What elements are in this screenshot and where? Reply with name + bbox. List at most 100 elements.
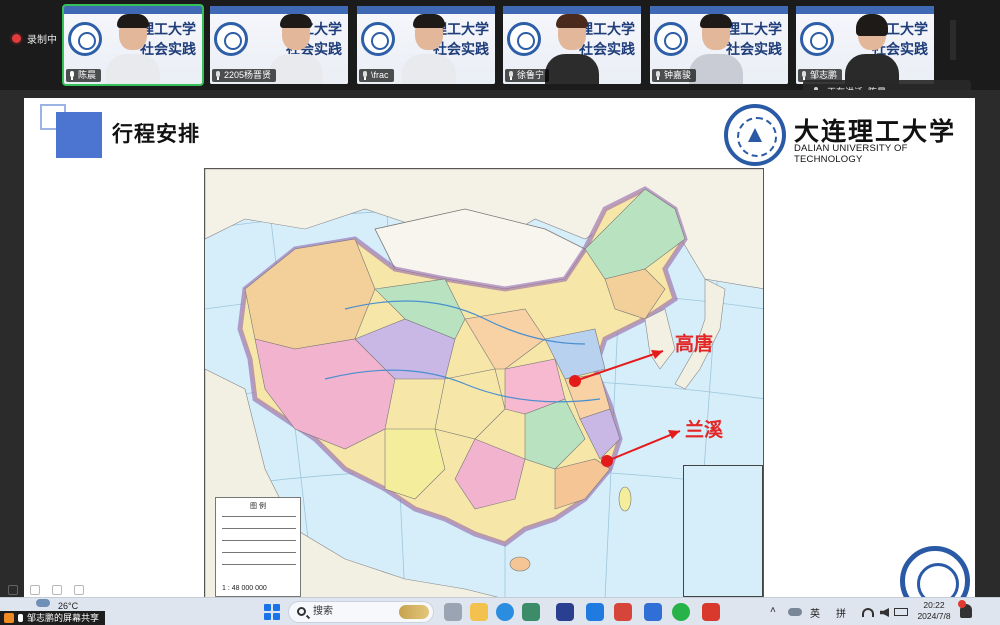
chevron-up-icon[interactable]: ˄ xyxy=(770,605,776,616)
control-icon[interactable] xyxy=(74,585,84,595)
control-icon[interactable] xyxy=(30,585,40,595)
participant-tile[interactable]: 理工大学 社会实践 钟嘉骏 xyxy=(650,6,788,84)
legend-line xyxy=(222,516,296,517)
recording-indicator[interactable]: 录制中 xyxy=(12,31,57,46)
taskbar-search[interactable]: 搜索 xyxy=(288,601,434,623)
record-dot-icon xyxy=(12,34,21,43)
tile-banner-bar xyxy=(796,6,934,14)
wechat-icon[interactable] xyxy=(672,603,690,621)
university-logo-icon xyxy=(68,22,102,56)
volume-icon[interactable] xyxy=(880,608,889,617)
participant-video xyxy=(545,14,599,84)
location-marker-lanxi xyxy=(601,455,613,467)
taskbar: 26°C 邹志鹏的屏幕共享 搜索 ˄ 英 拼 20:22 2024/7/8 xyxy=(0,597,1000,625)
participant-name-tag: 钟嘉骏 xyxy=(652,69,697,82)
legend-line xyxy=(222,564,296,565)
screen-share-label: 邹志鹏的屏幕共享 xyxy=(27,613,100,623)
battery-icon[interactable] xyxy=(894,608,908,616)
edge-browser-icon[interactable] xyxy=(496,603,514,621)
map-legend: 图 例 1 : 48 000 000 xyxy=(215,497,301,597)
south-china-sea-inset xyxy=(683,465,763,597)
tile-banner-bar xyxy=(210,6,348,14)
wifi-icon[interactable] xyxy=(862,608,874,617)
mic-muted-icon xyxy=(801,71,807,80)
input-mode[interactable]: 拼 xyxy=(836,605,846,620)
clock-time: 20:22 xyxy=(923,600,945,610)
clock-date: 2024/7/8 xyxy=(917,611,951,621)
screen-share-area: 行程安排 大连理工大学 DALIAN UNIVERSITY OF TECHNOL… xyxy=(0,90,1000,597)
weather-temp: 26°C xyxy=(58,601,79,611)
share-icon xyxy=(4,613,14,623)
meeting-window: 录制中 理工大学 社会实践 陈晨 理工大学 社会实践 2205杨晋贤 理工大学 社会实… xyxy=(0,0,1000,625)
china-map: 高唐 兰溪 图 例 1 : 48 000 000 xyxy=(204,168,764,597)
legend-line xyxy=(222,552,296,553)
legend-line xyxy=(222,528,296,529)
slide-title: 行程安排 xyxy=(112,123,200,146)
meeting-app-icon[interactable] xyxy=(644,603,662,621)
screen-share-chip[interactable]: 邹志鹏的屏幕共享 xyxy=(0,611,106,625)
participant-name-tag: \frac xyxy=(359,69,394,82)
file-explorer-icon[interactable] xyxy=(470,603,488,621)
feishu-icon[interactable] xyxy=(586,603,604,621)
university-logo-icon xyxy=(654,22,688,56)
university-logo-icon xyxy=(507,22,541,56)
participant-video xyxy=(844,14,899,84)
participant-video xyxy=(401,14,456,84)
weather-widget[interactable]: 26°C xyxy=(36,599,78,611)
map-label-gaotang: 高唐 xyxy=(675,334,714,355)
tile-banner-bar xyxy=(650,6,788,14)
university-logo-icon xyxy=(724,104,786,166)
university-logo-icon xyxy=(214,22,248,56)
participant-tile[interactable]: 理工大学 社会实践 \frac xyxy=(357,6,495,84)
app-icon[interactable] xyxy=(556,603,574,621)
participant-name-tag: 徐鲁宁 xyxy=(505,69,550,82)
location-marker-gaotang xyxy=(569,375,581,387)
map-label-lanxi: 兰溪 xyxy=(685,420,724,441)
participant-tile[interactable]: 理工大学 社会实践 邹志鹏 xyxy=(796,6,934,84)
control-icon[interactable] xyxy=(52,585,62,595)
input-language[interactable]: 英 xyxy=(810,605,820,620)
windows-start-icon[interactable] xyxy=(264,604,280,620)
search-placeholder: 搜索 xyxy=(313,606,333,617)
tile-banner-bar xyxy=(64,6,202,14)
recording-label: 录制中 xyxy=(27,35,57,46)
mic-muted-icon xyxy=(362,71,368,80)
store-icon[interactable] xyxy=(522,603,540,621)
mic-muted-icon xyxy=(215,71,221,80)
tile-banner-bar xyxy=(503,6,641,14)
gallery-scroll-right[interactable] xyxy=(950,20,956,60)
mic-icon xyxy=(69,71,75,80)
participant-tile[interactable]: 理工大学 社会实践 徐鲁宁 xyxy=(503,6,641,84)
notification-bell-icon[interactable] xyxy=(958,600,972,618)
legend-scale: 1 : 48 000 000 xyxy=(222,585,267,592)
participant-video xyxy=(106,14,160,84)
presentation-controls xyxy=(8,585,148,597)
system-clock[interactable]: 20:22 2024/7/8 xyxy=(912,600,956,622)
search-icon xyxy=(297,607,306,616)
participant-tile[interactable]: 理工大学 社会实践 陈晨 xyxy=(62,4,204,86)
legend-title: 图 例 xyxy=(250,503,266,510)
participant-tile[interactable]: 理工大学 社会实践 2205杨晋贤 xyxy=(210,6,348,84)
title-decoration xyxy=(56,112,102,158)
tile-banner-bar xyxy=(357,6,495,14)
wps-icon[interactable] xyxy=(614,603,632,621)
university-seal-icon xyxy=(900,546,970,597)
university-logo-icon xyxy=(361,22,395,56)
university-name-en: DALIAN UNIVERSITY OF TECHNOLOGY xyxy=(794,143,908,165)
participant-video xyxy=(268,14,323,84)
wps-presentation-icon[interactable] xyxy=(702,603,720,621)
participant-video xyxy=(689,14,744,84)
mic-muted-icon xyxy=(655,71,661,80)
presentation-slide: 行程安排 大连理工大学 DALIAN UNIVERSITY OF TECHNOL… xyxy=(24,98,975,597)
weather-icon xyxy=(36,599,50,607)
participant-gallery: 录制中 理工大学 社会实践 陈晨 理工大学 社会实践 2205杨晋贤 理工大学 社会实… xyxy=(0,0,1000,90)
mic-muted-icon xyxy=(508,71,514,80)
task-view-icon[interactable] xyxy=(444,603,462,621)
onedrive-icon[interactable] xyxy=(788,608,802,616)
legend-line xyxy=(222,540,296,541)
participant-name-tag: 2205杨晋贤 xyxy=(212,69,277,82)
control-icon[interactable] xyxy=(8,585,18,595)
mic-icon xyxy=(18,614,23,622)
search-highlight-icon xyxy=(399,605,429,619)
university-logo-icon xyxy=(800,22,834,56)
